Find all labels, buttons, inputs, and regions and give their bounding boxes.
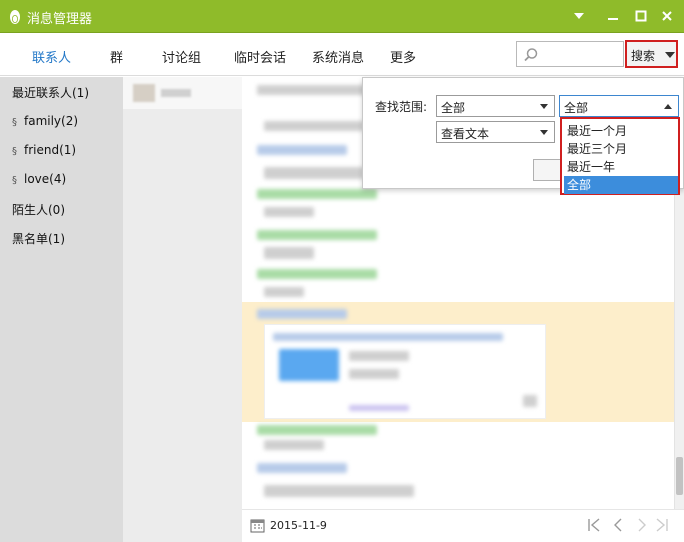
content-type-value: 查看文本 [441, 127, 490, 141]
sidebar-item-label: 陌生人(0) [12, 203, 65, 217]
message-text-redacted [264, 287, 304, 297]
list-item[interactable] [123, 77, 242, 109]
sidebar-item-blacklist[interactable]: 黑名单(1) [12, 230, 65, 247]
window-title: 消息管理器 [27, 12, 93, 27]
calendar-icon[interactable] [250, 518, 265, 533]
chevron-down-icon [665, 52, 675, 58]
group-icon: § [12, 117, 17, 128]
message-sender-redacted [257, 230, 377, 240]
contact-name-redacted [161, 89, 191, 97]
sidebar-item-family[interactable]: § family(2) [12, 114, 78, 128]
message-sender-redacted [257, 425, 377, 435]
scrollbar-thumb[interactable] [676, 457, 683, 495]
first-page-icon[interactable] [586, 517, 602, 533]
maximize-icon[interactable] [634, 9, 648, 23]
message-sender-redacted [257, 309, 347, 319]
sidebar-item-friend[interactable]: § friend(1) [12, 143, 76, 157]
sidebar-item-recent[interactable]: 最近联系人(1) [12, 84, 89, 101]
search-input[interactable] [516, 41, 624, 67]
card-text-redacted [349, 369, 399, 379]
contact-list [123, 77, 242, 542]
last-page-icon[interactable] [654, 517, 670, 533]
next-page-icon[interactable] [634, 517, 650, 533]
card-icon-redacted [523, 395, 537, 407]
message-sender-redacted [257, 145, 347, 155]
option-last-month[interactable]: 最近一个月 [564, 122, 678, 140]
chevron-down-icon [540, 130, 548, 135]
option-all[interactable]: 全部 [564, 176, 678, 194]
previous-page-icon[interactable] [610, 517, 626, 533]
current-date: 2015-11-9 [270, 519, 327, 532]
option-last-three-months[interactable]: 最近三个月 [564, 140, 678, 158]
dropdown-menu-icon[interactable] [572, 9, 586, 23]
time-range-value: 全部 [564, 101, 589, 115]
message-sender-redacted [257, 189, 377, 199]
tab-more[interactable]: 更多 [390, 47, 416, 66]
message-sender-redacted [257, 269, 377, 279]
shared-card-redacted [264, 324, 546, 419]
message-text-redacted [264, 121, 364, 131]
search-range-label: 查找范围: [375, 100, 428, 114]
search-scope-select[interactable]: 全部 [436, 95, 555, 117]
sidebar-item-strangers[interactable]: 陌生人(0) [12, 201, 65, 218]
sidebar-item-label: friend(1) [24, 143, 77, 157]
message-text-redacted [257, 85, 367, 95]
time-range-select[interactable]: 全部 [559, 95, 679, 117]
contact-groups-sidebar: 最近联系人(1) § family(2) § friend(1) § love(4) … [0, 77, 123, 542]
panel-confirm-button[interactable] [533, 159, 563, 181]
time-range-dropdown: 最近一个月 最近三个月 最近一年 全部 [560, 117, 680, 195]
footer-bar: 2015-11-9 [242, 509, 684, 542]
card-text-redacted [349, 351, 409, 361]
content-type-select[interactable]: 查看文本 [436, 121, 555, 143]
group-icon: § [12, 175, 17, 186]
group-icon: § [12, 146, 17, 157]
tab-contacts[interactable]: 联系人 [32, 47, 71, 66]
minimize-icon[interactable] [606, 9, 620, 23]
close-icon[interactable] [660, 9, 674, 23]
card-text-redacted [349, 405, 409, 411]
search-icon [524, 48, 538, 62]
card-title-redacted [273, 333, 503, 341]
search-button-label: 搜索 [631, 49, 656, 63]
chevron-up-icon [664, 104, 672, 109]
sidebar-item-label: 黑名单(1) [12, 232, 65, 246]
sidebar-item-label: 最近联系人(1) [12, 86, 89, 100]
message-text-redacted [264, 485, 414, 497]
tab-groups[interactable]: 群 [110, 47, 123, 66]
tab-temp-session[interactable]: 临时会话 [234, 47, 286, 66]
tab-discussion[interactable]: 讨论组 [162, 47, 201, 66]
message-text-redacted [264, 247, 314, 259]
message-text-redacted [264, 167, 364, 179]
title-bar: 消息管理器 [0, 0, 684, 33]
search-button[interactable]: 搜索 [625, 40, 678, 68]
message-sender-redacted [257, 463, 347, 473]
qq-penguin-icon [10, 10, 20, 24]
card-image-redacted [279, 349, 339, 381]
tab-bar: 联系人 群 讨论组 临时会话 系统消息 更多 搜索 [0, 34, 684, 76]
tab-system-messages[interactable]: 系统消息 [312, 47, 364, 66]
search-scope-value: 全部 [441, 101, 466, 115]
option-last-year[interactable]: 最近一年 [564, 158, 678, 176]
message-text-redacted [264, 207, 314, 217]
avatar [133, 84, 155, 102]
chevron-down-icon [540, 104, 548, 109]
message-text-redacted [264, 440, 324, 450]
sidebar-item-label: love(4) [24, 172, 67, 186]
sidebar-item-label: family(2) [24, 114, 79, 128]
sidebar-item-love[interactable]: § love(4) [12, 172, 66, 186]
